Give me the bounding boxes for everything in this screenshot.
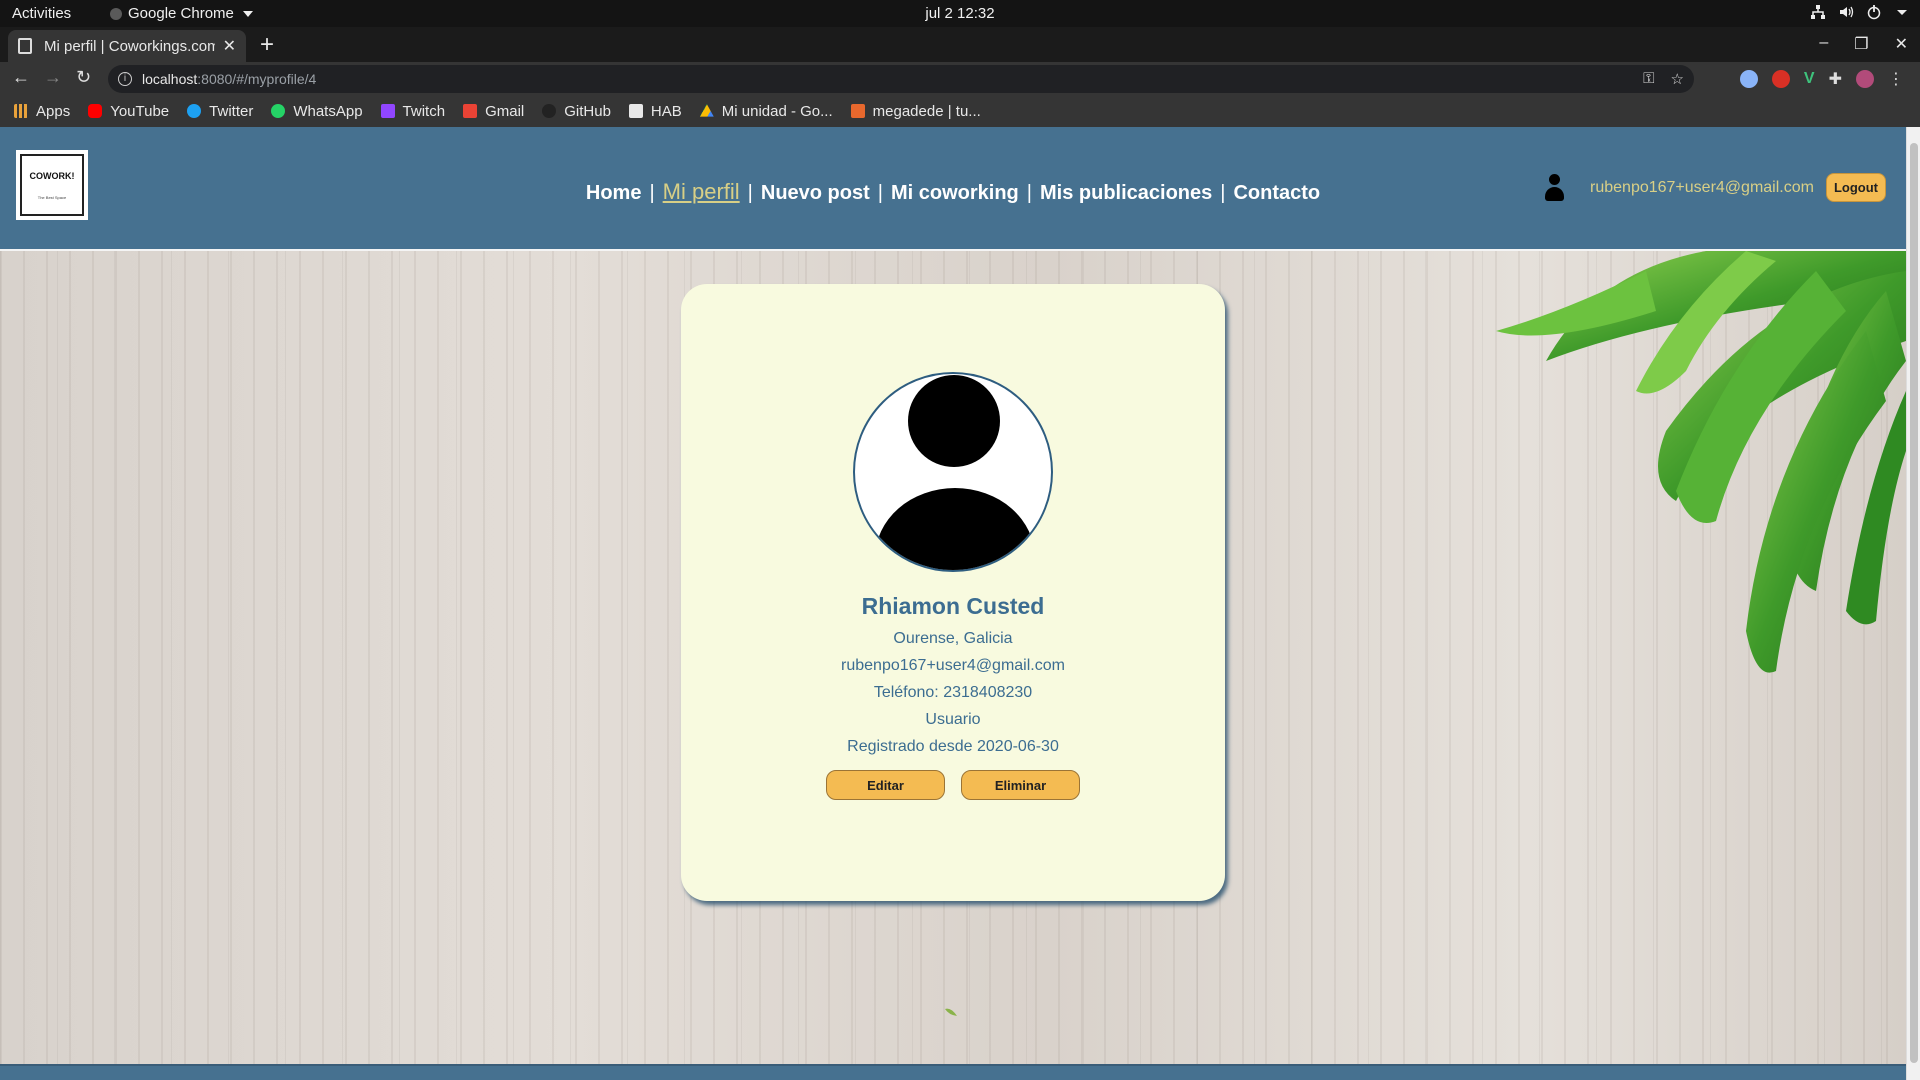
profile-actions: Editar Eliminar (681, 770, 1225, 800)
small-leaf-icon (945, 1008, 957, 1016)
new-tab-icon[interactable]: + (260, 31, 274, 59)
folder-icon (628, 104, 643, 118)
nav-mis-publicaciones[interactable]: Mis publicaciones (1040, 182, 1212, 204)
youtube-icon (88, 104, 103, 118)
nav-mi-perfil[interactable]: Mi perfil (663, 179, 740, 204)
extensions-area: V ✚ ⋮ (1739, 69, 1904, 89)
page-favicon-icon (18, 38, 32, 54)
whatsapp-icon (271, 104, 286, 118)
profile-phone: Teléfono: 2318408230 (873, 684, 1033, 701)
site-footer (0, 1064, 1906, 1080)
nav-home[interactable]: Home (586, 182, 642, 204)
url-path: :8080/#/myprofile/4 (197, 71, 317, 87)
apps-grid-icon (14, 104, 28, 118)
nav-mi-coworking[interactable]: Mi coworking (891, 182, 1019, 204)
omnibox-actions: ⚿ ☆ (1643, 70, 1684, 88)
clock[interactable]: jul 2 12:32 (0, 5, 1920, 22)
edit-button[interactable]: Editar (826, 770, 945, 800)
page-scrollbar[interactable] (1906, 127, 1920, 1080)
profile-role: Usuario (925, 711, 981, 728)
avatar-body (875, 488, 1035, 570)
nav-contacto[interactable]: Contacto (1233, 182, 1320, 204)
system-top-bar: Activities Google Chrome jul 2 12:32 (0, 0, 1920, 27)
back-arrow-icon[interactable]: ← (12, 67, 30, 88)
power-icon[interactable] (1866, 4, 1882, 20)
megadede-icon (850, 104, 865, 118)
vue-devtools-icon[interactable]: V (1804, 70, 1815, 88)
profile-avatar-icon[interactable] (1856, 70, 1874, 88)
avatar-head (908, 375, 1000, 467)
delete-button[interactable]: Eliminar (961, 770, 1080, 800)
user-email[interactable]: rubenpo167+user4@gmail.com (1590, 179, 1814, 197)
google-drive-icon (699, 104, 714, 117)
bookmark-drive[interactable]: Mi unidad - Go... (699, 103, 833, 120)
nav-nuevo-post[interactable]: Nuevo post (761, 182, 870, 204)
twitter-icon (187, 104, 202, 118)
profile-email: rubenpo167+user4@gmail.com (841, 657, 1065, 674)
bookmark-megadede[interactable]: megadede | tu... (850, 103, 981, 120)
bookmark-youtube[interactable]: YouTube (88, 103, 169, 120)
network-icon[interactable] (1810, 4, 1826, 20)
user-area: rubenpo167+user4@gmail.com Logout (1544, 173, 1886, 202)
kebab-menu-icon[interactable]: ⋮ (1888, 69, 1904, 89)
profile-name: Rhiamon Custed (861, 593, 1045, 619)
volume-icon[interactable] (1838, 4, 1854, 20)
profile-card: Rhiamon Custed Ourense, Galicia rubenpo1… (681, 284, 1225, 901)
page-viewport: COWORK! The Best Space Home | Mi perfil | Nu… (0, 127, 1906, 1080)
address-bar[interactable]: i localhost:8080/#/myprofile/4 ⚿ ☆ (108, 65, 1694, 93)
close-window-icon[interactable]: ✕ (1895, 34, 1908, 54)
close-tab-icon[interactable]: ✕ (223, 36, 236, 56)
bookmark-github[interactable]: GitHub (542, 103, 611, 120)
chevron-down-icon[interactable] (1894, 4, 1910, 20)
bookmark-twitter[interactable]: Twitter (187, 103, 253, 120)
browser-toolbar: ← → ↻ i localhost:8080/#/myprofile/4 ⚿ ☆… (0, 62, 1920, 95)
star-icon[interactable]: ☆ (1671, 70, 1684, 88)
system-tray[interactable] (1810, 4, 1910, 20)
key-icon[interactable]: ⚿ (1643, 70, 1654, 88)
minimize-icon[interactable]: – (1819, 34, 1828, 54)
bookmark-whatsapp[interactable]: WhatsApp (271, 103, 363, 120)
tab-title: Mi perfil | Coworkings.com (44, 37, 215, 55)
bookmark-twitch[interactable]: Twitch (380, 103, 445, 120)
gmail-icon (463, 104, 478, 118)
logout-button[interactable]: Logout (1825, 173, 1886, 202)
site-info-icon[interactable]: i (118, 72, 132, 86)
puzzle-icon[interactable]: ✚ (1829, 69, 1842, 89)
bookmarks-bar: Apps YouTube Twitter WhatsApp Twitch Gma… (0, 95, 1920, 127)
profile-registered: Registrado desde 2020-06-30 (847, 738, 1059, 755)
site-header: COWORK! The Best Space Home | Mi perfil | Nu… (0, 127, 1906, 251)
github-icon (542, 104, 557, 118)
twitch-icon (380, 104, 395, 118)
window-controls: – ❐ ✕ (1819, 34, 1908, 54)
restore-icon[interactable]: ❐ (1854, 34, 1868, 54)
user-icon (1544, 173, 1565, 202)
forward-arrow-icon[interactable]: → (44, 67, 62, 88)
avatar (853, 372, 1053, 572)
url-host: localhost (142, 71, 198, 87)
reload-icon[interactable]: ↻ (76, 67, 91, 88)
bookmark-hab[interactable]: HAB (628, 103, 682, 120)
leaves-decoration (1496, 251, 1906, 673)
bookmark-gmail[interactable]: Gmail (463, 103, 524, 120)
browser-tab[interactable]: Mi perfil | Coworkings.com ✕ (8, 30, 246, 62)
scrollbar-thumb[interactable] (1910, 143, 1918, 1063)
extension-icon[interactable] (1739, 70, 1758, 88)
bookmark-apps[interactable]: Apps (14, 103, 70, 120)
adblock-icon[interactable] (1771, 70, 1790, 88)
tab-strip: Mi perfil | Coworkings.com ✕ + – ❐ ✕ (0, 27, 1920, 62)
profile-location: Ourense, Galicia (893, 630, 1013, 647)
